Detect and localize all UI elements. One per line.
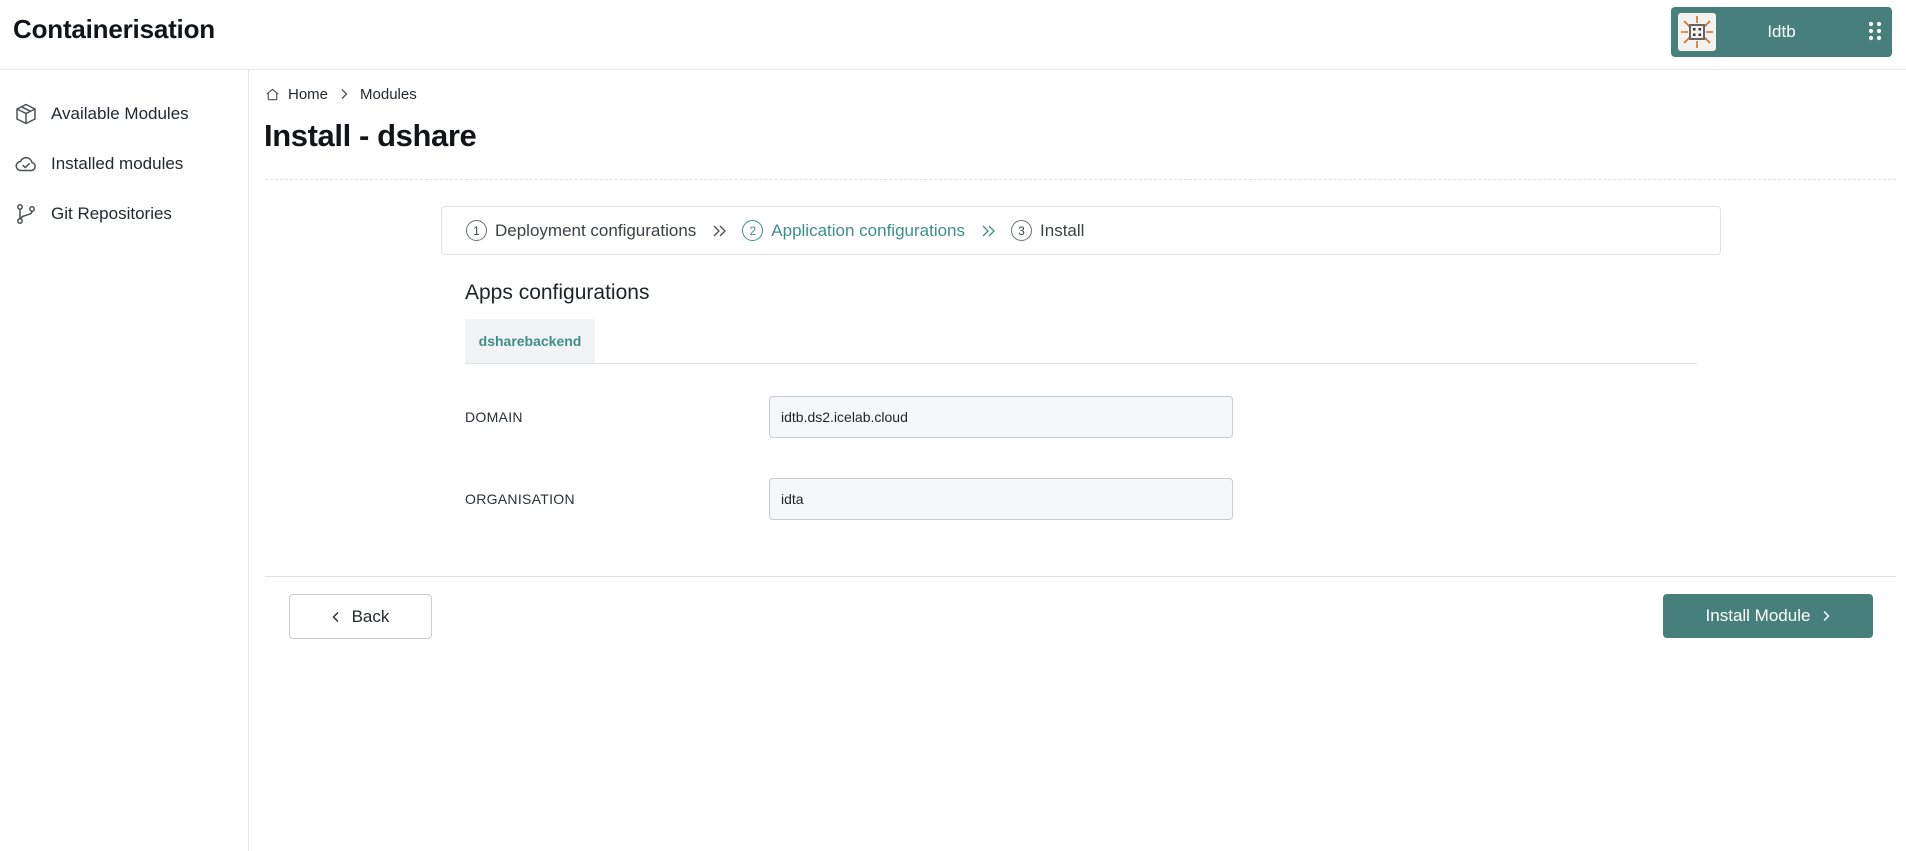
footer-divider [265,576,1896,577]
app-title: Containerisation [13,14,215,44]
sidebar-item-installed-modules[interactable]: Installed modules [0,142,248,186]
header-divider [265,179,1896,180]
step-number: 3 [1011,220,1033,241]
cloud-check-icon [14,152,38,176]
apps-tabs: dsharebackend [465,319,1697,364]
git-branch-icon [14,202,38,226]
install-module-button[interactable]: Install Module [1663,594,1873,638]
install-module-label: Install Module [1705,606,1811,625]
page-title: Install - dshare [264,118,477,153]
sidebar-item-git-repositories[interactable]: Git Repositories [0,192,248,236]
sidebar-item-label: Git Repositories [51,204,172,223]
chevron-left-icon [332,611,340,623]
back-button-label: Back [351,606,390,626]
package-icon [14,102,38,126]
step-label: Deployment configurations [495,220,697,240]
step-application-configurations[interactable]: 2 Application configurations [742,220,965,241]
tab-dsharebackend[interactable]: dsharebackend [465,319,595,363]
breadcrumb-home-label: Home [288,85,329,103]
user-name: Idtb [1767,22,1796,41]
home-icon [266,88,279,100]
back-button[interactable]: Back [289,594,432,639]
breadcrumb-current[interactable]: Modules [360,86,417,103]
sidebar: Available Modules Installed modules Git … [0,70,249,851]
double-chevron-right-icon [712,224,728,238]
step-label: Install [1040,220,1085,240]
organisation-input[interactable] [769,478,1233,520]
sidebar-item-label: Installed modules [51,154,184,173]
domain-label: DOMAIN [465,409,523,425]
breadcrumb: Home Modules [265,85,417,103]
top-bar: Containerisation Idtb [0,0,1906,70]
step-number: 2 [742,220,764,241]
double-chevron-right-icon [981,224,997,238]
install-stepper: 1 Deployment configurations 2 Applicatio… [441,206,1721,255]
step-deployment-configurations[interactable]: 1 Deployment configurations [466,220,696,241]
apps-configurations-title: Apps configurations [465,281,650,304]
domain-input[interactable] [769,396,1233,438]
step-number: 1 [466,220,487,241]
user-menu-button[interactable]: Idtb [1671,7,1892,57]
step-label: Application configurations [771,220,966,240]
sidebar-item-label: Available Modules [51,104,189,123]
grid-dots-icon[interactable] [1868,21,1882,41]
step-install[interactable]: 3 Install [1011,220,1084,241]
breadcrumb-home[interactable]: Home [265,86,328,103]
chevron-right-icon [340,88,348,100]
chevron-right-icon [1822,610,1830,622]
organisation-label: ORGANISATION [465,491,575,507]
sidebar-item-available-modules[interactable]: Available Modules [0,92,248,136]
